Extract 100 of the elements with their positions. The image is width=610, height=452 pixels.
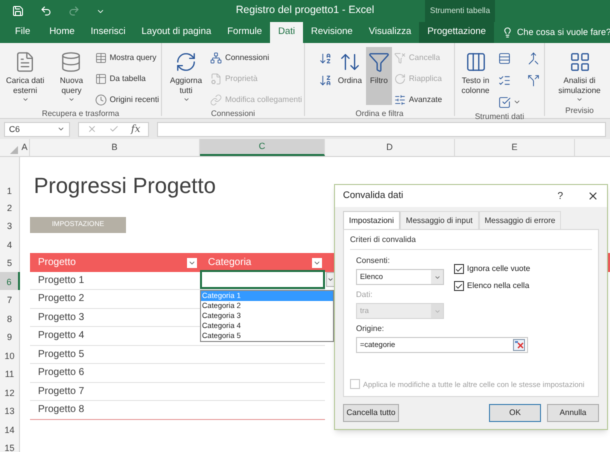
caret-icon	[68, 96, 75, 103]
ribbon-tab[interactable]: Layout di pagina	[134, 22, 220, 43]
funnel-icon	[368, 51, 390, 73]
table-cell-text: Progetto 4	[37, 329, 86, 344]
column-header[interactable]: E	[455, 139, 575, 156]
row-header[interactable]: 3	[0, 216, 20, 234]
formula-input[interactable]	[157, 122, 606, 136]
sort-descending-icon	[318, 74, 332, 86]
connections-icon	[210, 52, 222, 64]
column-header[interactable]: A	[20, 139, 30, 156]
insert-function-button[interactable]: fx	[131, 122, 140, 136]
window-title: Registro del progetto1 - Excel	[236, 3, 374, 18]
ribbon-button[interactable]: Analisi di simulazione	[552, 47, 606, 105]
ribbon-button[interactable]: Avanzate	[394, 91, 442, 108]
sheet-title: Progressi Progetto	[34, 175, 216, 197]
row-header[interactable]: 4	[0, 234, 20, 253]
row-header[interactable]: 6	[0, 272, 20, 290]
table-cell-text: Progetto 5	[37, 348, 86, 362]
row-header[interactable]: 1	[0, 157, 20, 199]
ribbon-tab[interactable]: Visualizza	[360, 22, 420, 43]
save-icon[interactable]	[12, 5, 24, 17]
close-icon[interactable]	[587, 190, 599, 202]
row-header[interactable]: 5	[0, 253, 20, 272]
columns-icon	[464, 51, 486, 73]
split-icon	[527, 74, 540, 86]
checkbox[interactable]	[454, 281, 464, 291]
reapply-icon	[394, 72, 406, 84]
table-cell-text: Progetto 1	[37, 274, 86, 288]
dialog-tab[interactable]: Messaggio di errore	[478, 211, 562, 229]
section-label: Criteri di convalida	[350, 234, 592, 250]
ribbon-button[interactable]: Nuova query	[50, 47, 93, 105]
caret-icon	[576, 96, 583, 103]
row-header[interactable]: 11	[0, 364, 20, 382]
ribbon-tab[interactable]: Home	[41, 22, 83, 43]
group-label: Connessioni	[210, 108, 256, 120]
checkbox[interactable]	[454, 264, 464, 274]
row-header[interactable]: 2	[0, 199, 20, 216]
dialog-button[interactable]: Annulla	[547, 404, 599, 422]
column-header[interactable]: D	[325, 139, 455, 156]
table-header-cell: Progetto	[30, 253, 200, 272]
caret-icon	[188, 259, 196, 267]
ribbon-button[interactable]: Connessioni	[210, 49, 302, 66]
table-icon	[94, 72, 107, 84]
dialog-button[interactable]: OK	[489, 404, 541, 422]
row-header[interactable]: 12	[0, 382, 20, 401]
ribbon-button[interactable]: Mostra query	[94, 49, 159, 66]
help-button[interactable]: ?	[557, 188, 563, 204]
ribbon-button[interactable]: Filtro	[366, 47, 392, 105]
table-cell-text: Progetto 8	[37, 403, 86, 418]
grid-icon	[568, 51, 590, 73]
ribbon-button[interactable]: Ordina	[336, 47, 364, 105]
ribbon-button[interactable]: Da tabella	[94, 70, 159, 87]
refresh-icon	[175, 51, 198, 73]
caret-icon	[434, 308, 440, 314]
caret-icon	[434, 274, 440, 280]
link-icon	[210, 94, 222, 106]
ribbon-tab[interactable]: Progettazione	[419, 22, 494, 43]
caret-icon	[182, 96, 190, 103]
group-label: Recupera e trasforma	[40, 108, 120, 120]
table-icon	[94, 52, 107, 64]
ribbon-tab[interactable]: Formule	[219, 22, 270, 43]
ribbon-tab[interactable]: Revisione	[302, 22, 361, 43]
row-header[interactable]: 13	[0, 401, 20, 420]
field-label: Dati:	[356, 289, 374, 301]
sort-ascending-icon	[318, 52, 332, 64]
ribbon-button[interactable]: Origini recenti	[94, 91, 159, 108]
table-cell-text: Progetto 7	[37, 384, 86, 399]
row-header[interactable]: 8	[0, 308, 20, 327]
undo-icon[interactable]	[40, 5, 52, 17]
ribbon-tab[interactable]: Dati	[270, 22, 303, 43]
row-header[interactable]: 15	[0, 438, 20, 452]
clock-icon	[94, 94, 107, 106]
ribbon-button[interactable]: Carica dati esterni	[2, 47, 48, 105]
column-header[interactable]: C	[200, 139, 325, 156]
group-label: Strumenti dati	[474, 111, 526, 123]
ribbon-button[interactable]: Aggiorna tutti	[164, 47, 208, 105]
active-cell[interactable]	[200, 270, 325, 289]
checkbox-label: Ignora celle vuote	[467, 263, 530, 275]
dialog-title: Convalida dati	[343, 188, 404, 203]
ribbon-tab[interactable]: Inserisci	[82, 22, 134, 43]
dialog-tab[interactable]: Impostazioni	[343, 211, 400, 229]
field-label: Consenti:	[356, 255, 391, 267]
sort-icon	[338, 51, 361, 73]
row-header[interactable]: 9	[0, 327, 20, 346]
context-label: Strumenti tabella	[430, 5, 490, 17]
ribbon-tab[interactable]: File	[4, 22, 42, 43]
document-gear-icon	[210, 72, 222, 84]
merge-icon	[527, 52, 540, 64]
table-header-cell: Categoria	[200, 253, 325, 272]
name-box[interactable]: C6	[4, 122, 70, 136]
advanced-filter-icon	[394, 94, 406, 106]
row-header[interactable]: 7	[0, 290, 20, 308]
group-label: Previsio	[564, 105, 595, 117]
group-label: Ordina e filtra	[354, 108, 405, 120]
dialog-button[interactable]: Cancella tutto	[343, 404, 399, 422]
checkbox-label: Elenco nella cella	[467, 280, 530, 292]
row-header[interactable]: 14	[0, 420, 20, 438]
ribbon-button[interactable]: Testo in colonne	[457, 47, 494, 105]
dialog-tab[interactable]: Messaggio di input	[400, 211, 479, 229]
row-header[interactable]: 10	[0, 346, 20, 364]
